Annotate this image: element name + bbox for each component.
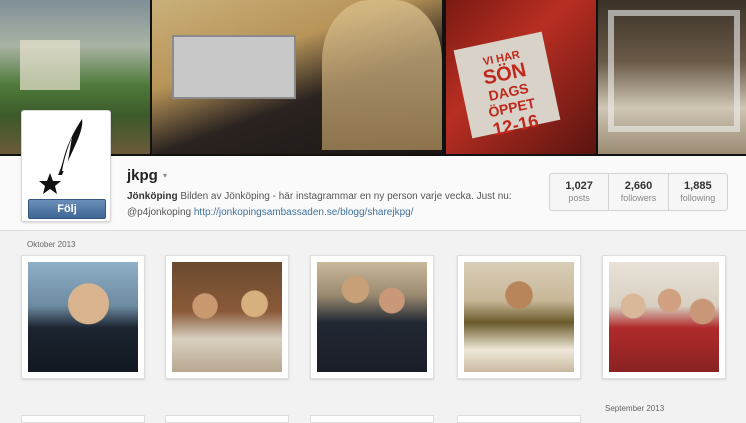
photo-thumbnail[interactable]	[310, 255, 434, 379]
bio-link[interactable]: http://jonkopingsambassaden.se/blogg/sha…	[194, 207, 414, 218]
photo-thumbnail[interactable]	[165, 415, 289, 423]
stat-value: 2,660	[624, 180, 653, 192]
follow-button[interactable]: Följ	[28, 199, 106, 219]
photo-image	[28, 262, 138, 372]
photo-image	[172, 262, 282, 372]
photo-image	[609, 262, 719, 372]
photo-thumbnail[interactable]	[457, 255, 581, 379]
month-heading: September 2013	[605, 404, 665, 413]
feather-star-logo-icon	[39, 119, 83, 194]
username[interactable]: jkpg	[127, 167, 158, 184]
open-sign: VI HAR SÖN DAGS ÖPPET 12-16	[453, 31, 561, 140]
cover-image-radio-studio[interactable]	[152, 0, 442, 154]
stat-value: 1,027	[565, 180, 593, 192]
photo-thumbnail[interactable]	[21, 255, 145, 379]
cover-image-window[interactable]	[598, 0, 746, 154]
avatar[interactable]	[28, 117, 104, 197]
stat-value: 1,885	[684, 180, 712, 192]
photo-thumbnail[interactable]	[457, 415, 581, 423]
stat-label: following	[680, 193, 716, 203]
photo-thumbnail[interactable]	[602, 255, 726, 379]
photo-thumbnail[interactable]	[165, 255, 289, 379]
stat-posts[interactable]: 1,027 posts	[550, 174, 610, 210]
photo-thumbnail[interactable]	[310, 415, 434, 423]
photo-thumbnail[interactable]	[21, 415, 145, 423]
bio-name: Jönköping	[127, 191, 178, 202]
stat-label: followers	[620, 193, 657, 203]
photo-image	[464, 262, 574, 372]
month-heading: Oktober 2013	[27, 240, 76, 249]
avatar-card: Följ	[21, 110, 111, 222]
stat-followers[interactable]: 2,660 followers	[609, 174, 669, 210]
bio: Jönköping Bilden av Jönköping - här inst…	[127, 189, 547, 221]
profile-stats: 1,027 posts 2,660 followers 1,885 follow…	[549, 173, 728, 211]
cover-photo-strip: VI HAR SÖN DAGS ÖPPET 12-16	[0, 0, 746, 156]
stat-label: posts	[568, 193, 590, 203]
photo-image	[317, 262, 427, 372]
options-menu-icon[interactable]: ▾	[163, 171, 167, 180]
stat-following[interactable]: 1,885 following	[669, 174, 727, 210]
